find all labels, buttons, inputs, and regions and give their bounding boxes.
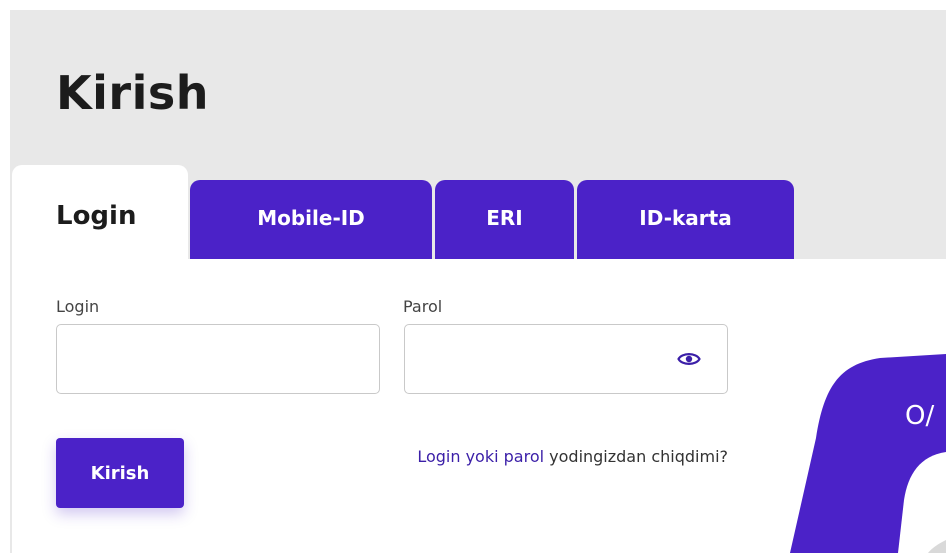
forgot-password-text: Login yoki parol yodingizdan chiqdimi? [412, 443, 728, 471]
tab-eri-label: ERI [486, 206, 523, 230]
tab-id-karta[interactable]: ID-karta [577, 180, 794, 260]
promo-text: O/ [905, 401, 935, 431]
tab-id-karta-label: ID-karta [639, 206, 732, 230]
eye-icon[interactable] [677, 349, 701, 369]
page-title: Kirish [56, 66, 209, 120]
forgot-password-link[interactable]: Login yoki parol [417, 447, 544, 466]
tab-login[interactable]: Login [12, 165, 188, 265]
kirish-button[interactable]: Kirish [56, 438, 184, 508]
login-field-label: Login [56, 297, 100, 316]
forgot-password-suffix: yodingizdan chiqdimi? [544, 447, 728, 466]
parol-field-label: Parol [403, 297, 443, 316]
tab-mobile-id[interactable]: Mobile-ID [190, 180, 432, 260]
tab-login-label: Login [56, 201, 137, 231]
promo-shape [790, 354, 946, 553]
login-input[interactable] [56, 324, 380, 394]
tab-eri[interactable]: ERI [435, 180, 574, 260]
tab-mobile-id-label: Mobile-ID [257, 206, 365, 230]
